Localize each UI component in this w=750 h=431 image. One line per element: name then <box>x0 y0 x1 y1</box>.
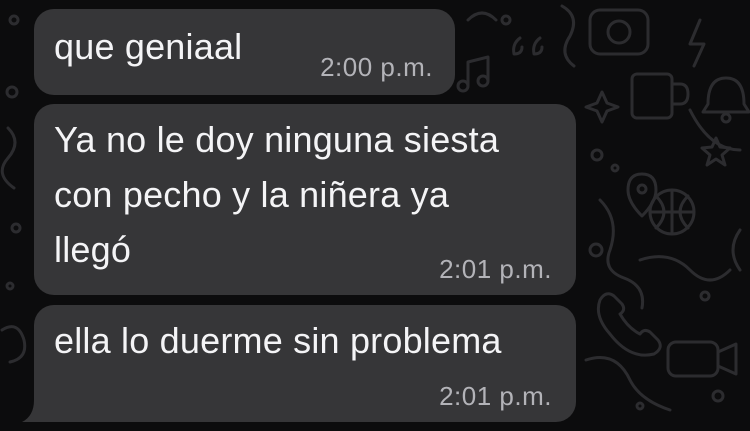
message-bubble[interactable]: ella lo duerme sin problema 2:01 p.m. <box>34 305 576 422</box>
coffee-mug-icon <box>630 72 690 120</box>
message-timestamp: 2:00 p.m. <box>320 52 433 82</box>
phone-icon <box>596 292 662 357</box>
message-timestamp: 2:01 p.m. <box>439 254 552 284</box>
bubble-tail <box>22 400 42 422</box>
message-bubble[interactable]: que geniaal 2:00 p.m. <box>34 9 455 95</box>
bell-icon <box>701 76 750 124</box>
message-timestamp: 2:01 p.m. <box>439 381 552 411</box>
camera-icon <box>588 8 650 56</box>
chat-window: que geniaal 2:00 p.m. Ya no le doy ningu… <box>0 0 750 431</box>
message-bubble[interactable]: Ya no le doy ninguna siesta con pecho y … <box>34 104 576 295</box>
quote-icon <box>512 36 544 56</box>
sparkle-icon <box>584 90 620 124</box>
message-text: Ya no le doy ninguna siesta con pecho y … <box>54 119 500 270</box>
location-pin-icon <box>626 172 658 218</box>
lightning-icon <box>688 18 706 68</box>
message-text: ella lo duerme sin problema <box>54 320 502 361</box>
music-note-icon <box>456 55 490 93</box>
basketball-icon <box>648 188 696 236</box>
video-icon <box>666 340 738 378</box>
